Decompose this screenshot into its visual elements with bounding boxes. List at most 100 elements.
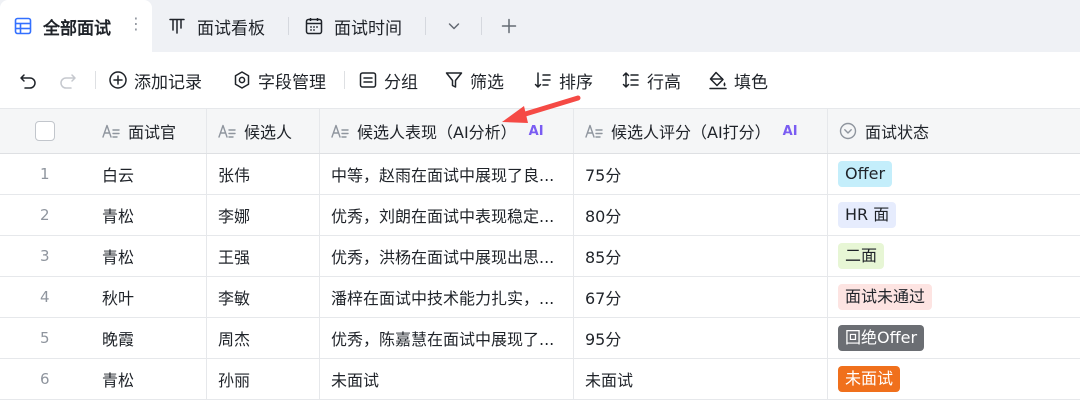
cell-interviewer[interactable]: 秋叶 <box>102 277 134 317</box>
row-container: 1 白云 张伟 中等，赵雨在面试中展现了良... 75分 Offer 2 青松 … <box>0 154 1080 400</box>
select-all-checkbox[interactable] <box>35 121 55 141</box>
tab-divider <box>425 17 426 35</box>
add-record-label: 添加记录 <box>134 72 202 93</box>
cell-score[interactable]: 67分 <box>585 277 621 317</box>
fill-color-button[interactable]: 填色 <box>708 68 768 93</box>
filter-icon <box>445 72 463 88</box>
cell-score[interactable]: 75分 <box>585 154 621 194</box>
column-divider <box>573 195 574 235</box>
column-divider <box>319 318 320 358</box>
column-header-score[interactable]: 候选人评分（AI打分） AI <box>585 109 798 153</box>
cell-candidate[interactable]: 孙丽 <box>218 359 250 399</box>
cell-interviewer[interactable]: 青松 <box>102 359 134 399</box>
add-circle-icon <box>109 71 127 89</box>
group-icon <box>359 72 377 88</box>
cell-status[interactable]: Offer <box>838 154 893 194</box>
column-divider <box>827 359 828 399</box>
row-number: 5 <box>40 329 50 347</box>
text-field-icon <box>331 124 349 138</box>
cell-status[interactable]: HR 面 <box>838 195 897 235</box>
row-number: 2 <box>40 206 50 224</box>
cell-performance[interactable]: 优秀，洪杨在面试中展现出思... <box>331 236 567 276</box>
group-button[interactable]: 分组 <box>358 68 418 93</box>
row-height-button[interactable]: 行高 <box>621 68 681 93</box>
sort-icon <box>534 72 551 88</box>
undo-icon[interactable] <box>18 68 44 92</box>
table-row[interactable]: 6 青松 孙丽 未面试 未面试 未面试 <box>0 359 1080 400</box>
cell-status[interactable]: 二面 <box>838 236 885 276</box>
tab-label: 全部面试 <box>43 18 111 39</box>
cell-candidate[interactable]: 李敏 <box>218 277 250 317</box>
tab-interview-kanban[interactable]: 面试看板 <box>168 0 265 52</box>
tab-interview-time[interactable]: 面试时间 <box>305 0 402 52</box>
filter-label: 筛选 <box>470 72 504 93</box>
tab-more-icon[interactable]: ⋮ <box>128 14 144 33</box>
annotation-arrow <box>502 95 581 123</box>
cell-performance[interactable]: 优秀，陈嘉慧在面试中展现了... <box>331 318 567 358</box>
column-divider <box>573 277 574 317</box>
tab-all-interviews[interactable]: 全部面试 ⋮ <box>0 0 152 52</box>
text-field-icon <box>218 124 236 138</box>
cell-performance[interactable]: 未面试 <box>331 359 567 399</box>
cell-interviewer[interactable]: 晚霞 <box>102 318 134 358</box>
cell-interviewer[interactable]: 白云 <box>102 154 134 194</box>
ai-badge: AI <box>782 123 798 139</box>
table-row[interactable]: 5 晚霞 周杰 优秀，陈嘉慧在面试中展现了... 95分 回绝Offer <box>0 318 1080 359</box>
cell-interviewer[interactable]: 青松 <box>102 195 134 235</box>
chevron-down-icon[interactable] <box>442 14 466 38</box>
tab-divider <box>288 17 289 35</box>
cell-performance[interactable]: 中等，赵雨在面试中展现了良... <box>331 154 567 194</box>
table-row[interactable]: 1 白云 张伟 中等，赵雨在面试中展现了良... 75分 Offer <box>0 154 1080 195</box>
column-divider <box>206 359 207 399</box>
sort-button[interactable]: 排序 <box>533 68 593 93</box>
cell-score[interactable]: 85分 <box>585 236 621 276</box>
column-divider <box>573 236 574 276</box>
column-divider <box>827 277 828 317</box>
filter-button[interactable]: 筛选 <box>444 68 504 93</box>
column-divider <box>319 154 320 194</box>
app-window: 全部面试 ⋮ 面试看板 面试时间 添加记录 字段管理 分组 筛选 排序 行高 填… <box>0 0 1080 400</box>
status-badge: 未面试 <box>838 366 901 392</box>
status-badge: HR 面 <box>838 202 897 228</box>
table-row[interactable]: 4 秋叶 李敏 潘梓在面试中技术能力扎实，... 67分 面试未通过 <box>0 277 1080 318</box>
cell-score[interactable]: 未面试 <box>585 359 633 399</box>
cell-candidate[interactable]: 王强 <box>218 236 250 276</box>
status-badge: Offer <box>838 161 893 187</box>
column-divider <box>319 277 320 317</box>
cell-status[interactable]: 回绝Offer <box>838 318 925 358</box>
cell-score[interactable]: 95分 <box>585 318 621 358</box>
kanban-icon <box>169 18 185 34</box>
column-divider <box>827 318 828 358</box>
redo-icon[interactable] <box>58 68 84 92</box>
cell-score[interactable]: 80分 <box>585 195 621 235</box>
cell-performance[interactable]: 潘梓在面试中技术能力扎实，... <box>331 277 567 317</box>
single-select-icon <box>839 122 857 140</box>
table-row[interactable]: 2 青松 李娜 优秀，刘朗在面试中表现稳定... 80分 HR 面 <box>0 195 1080 236</box>
column-divider <box>206 109 207 153</box>
cell-interviewer[interactable]: 青松 <box>102 236 134 276</box>
column-divider <box>206 277 207 317</box>
column-header-candidate[interactable]: 候选人 <box>218 109 292 153</box>
cell-candidate[interactable]: 周杰 <box>218 318 250 358</box>
table-row[interactable]: 3 青松 王强 优秀，洪杨在面试中展现出思... 85分 二面 <box>0 236 1080 277</box>
cell-candidate[interactable]: 李娜 <box>218 195 250 235</box>
toolbar-divider <box>344 71 345 89</box>
cell-status[interactable]: 未面试 <box>838 359 901 399</box>
cell-candidate[interactable]: 张伟 <box>218 154 250 194</box>
add-view-icon[interactable] <box>497 14 521 38</box>
row-height-icon <box>622 72 639 88</box>
add-record-button[interactable]: 添加记录 <box>108 68 202 93</box>
tab-label: 面试看板 <box>197 18 265 39</box>
row-number: 3 <box>40 247 50 265</box>
cell-status[interactable]: 面试未通过 <box>838 277 933 317</box>
column-header-status[interactable]: 面试状态 <box>839 109 929 153</box>
cell-performance[interactable]: 优秀，刘朗在面试中表现稳定... <box>331 195 567 235</box>
column-header-label: 候选人 <box>244 123 293 142</box>
calendar-icon <box>305 18 323 35</box>
grid-view-icon <box>14 17 32 35</box>
field-manage-button[interactable]: 字段管理 <box>232 68 326 93</box>
column-header-interviewer[interactable]: 面试官 <box>102 109 176 153</box>
toolbar-divider <box>95 71 96 89</box>
data-grid: 面试官 候选人 候选人表现（AI分析） AI 候选人评分（AI打分） AI 面试… <box>0 108 1080 400</box>
tab-divider <box>481 17 482 35</box>
